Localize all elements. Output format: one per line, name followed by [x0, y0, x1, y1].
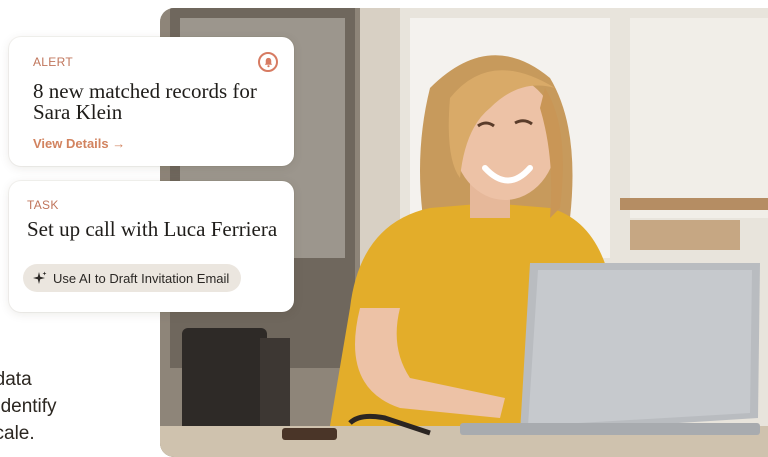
arrow-right-icon: → — [112, 136, 126, 151]
bell-icon[interactable] — [258, 52, 278, 72]
hero-copy-line: me data — [0, 369, 32, 390]
ai-draft-email-label: Use AI to Draft Invitation Email — [53, 270, 230, 286]
alert-card: ALERT 8 new matched records for Sara Kle… — [9, 37, 294, 166]
sparkle-icon — [33, 271, 47, 284]
task-card: TASK Set up call with Luca Ferriera Use … — [9, 181, 294, 312]
view-details-link[interactable]: View Details → — [33, 136, 125, 151]
alert-headline: 8 new matched records for Sara Klein — [33, 79, 257, 124]
hero-copy: me data ns identify scale. — [0, 366, 160, 447]
ai-draft-email-button[interactable]: Use AI to Draft Invitation Email — [23, 264, 242, 292]
hero-copy-line: scale. — [0, 423, 35, 444]
bell-glyph — [264, 57, 272, 67]
task-headline: Set up call with Luca Ferriera — [27, 217, 278, 241]
hero-copy-line: ns identify — [0, 396, 57, 417]
view-details-label: View Details — [33, 136, 109, 151]
alert-eyebrow: ALERT — [33, 55, 73, 69]
task-eyebrow: TASK — [27, 198, 59, 212]
